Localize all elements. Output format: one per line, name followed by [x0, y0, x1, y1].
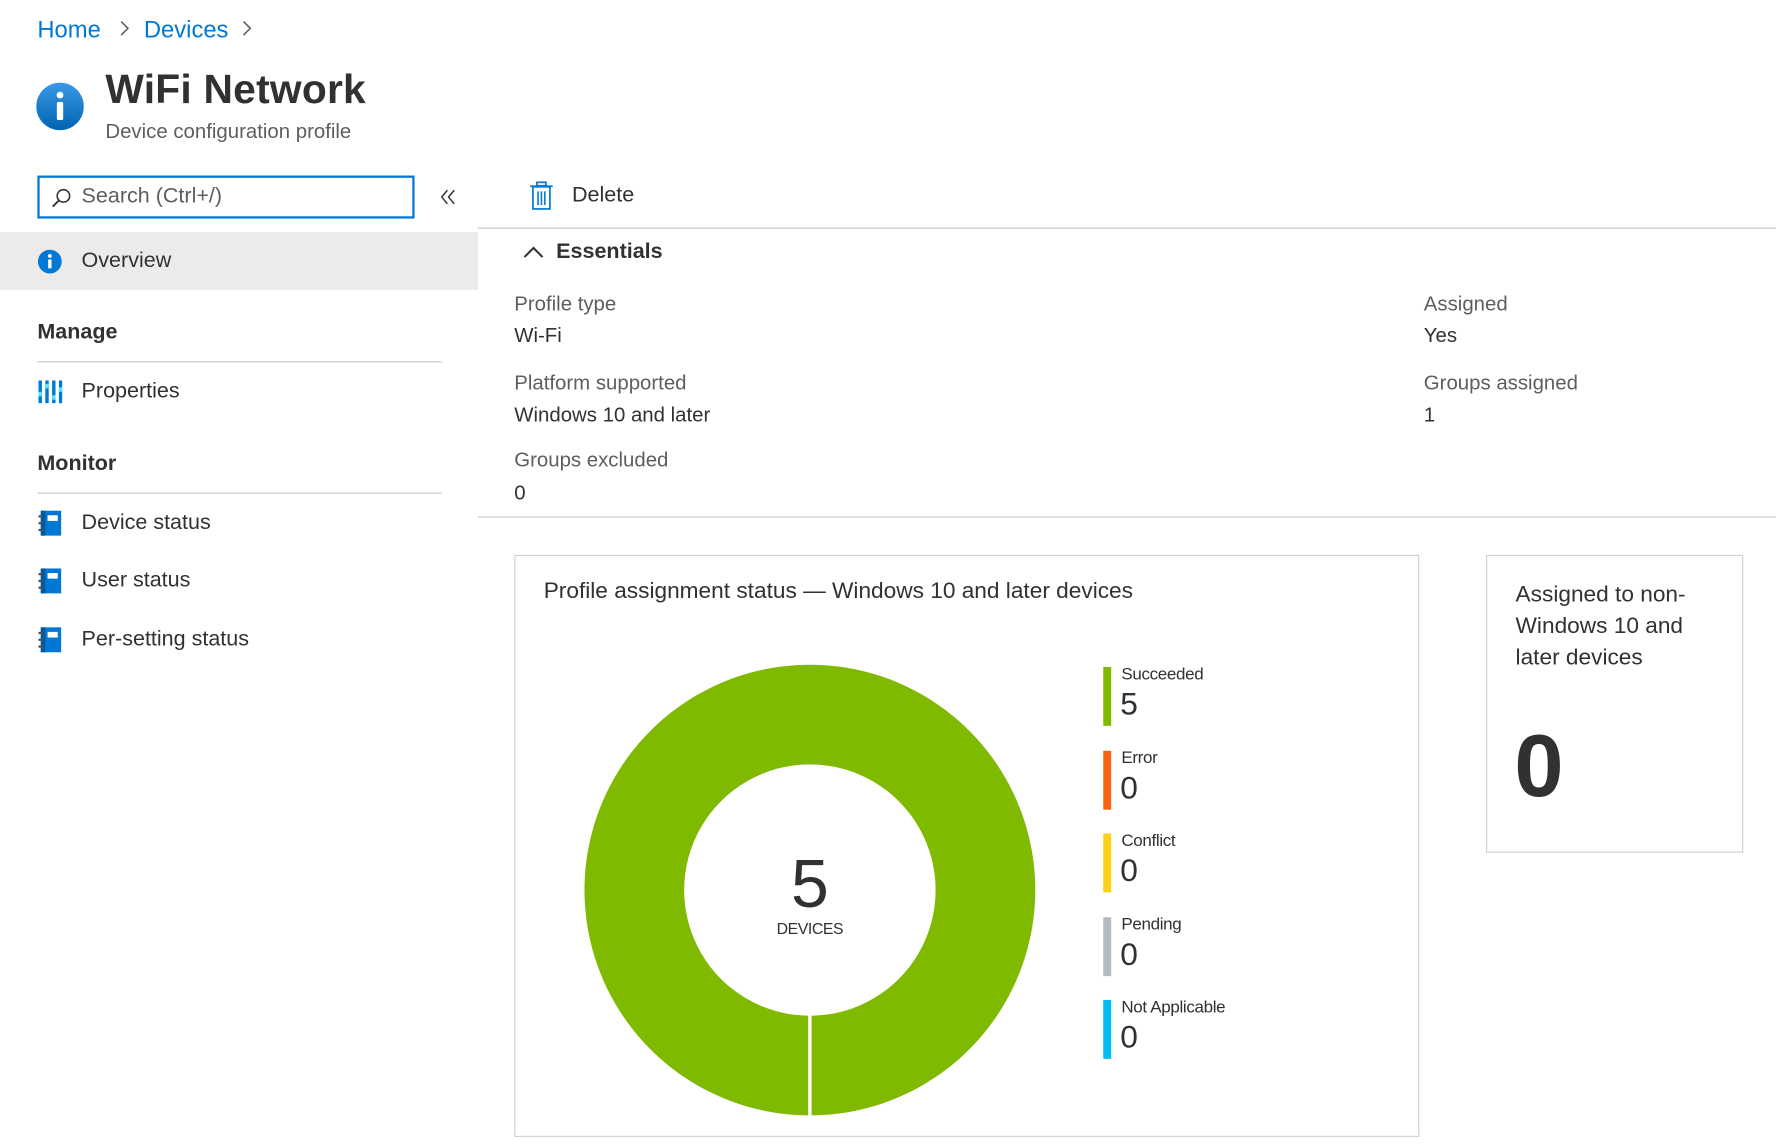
delete-label: Delete: [572, 183, 635, 208]
legend-label: Succeeded: [1121, 664, 1204, 684]
sidebar-item-label: User status: [81, 568, 191, 593]
legend-value: 0: [1120, 935, 1138, 972]
essentials-value: Yes: [1423, 323, 1458, 347]
essentials-label: Assigned: [1423, 292, 1508, 315]
sidebar-item-label: Properties: [81, 379, 180, 404]
breadcrumb-home[interactable]: Home: [37, 17, 100, 44]
breadcrumb-devices[interactable]: Devices: [144, 17, 229, 44]
non-windows-card[interactable]: Assigned to non- Windows 10 and later de…: [1486, 554, 1744, 853]
search-placeholder: Search (Ctrl+/): [81, 184, 223, 209]
divider: [477, 227, 1776, 229]
essentials-heading: Essentials: [556, 240, 663, 264]
properties-icon: [38, 380, 63, 404]
donut-center-value: 5: [790, 845, 829, 922]
page-subtitle: Device configuration profile: [105, 120, 352, 143]
legend-label: Pending: [1121, 914, 1182, 934]
report-icon: [38, 510, 62, 536]
essentials-label: Groups excluded: [514, 448, 669, 472]
page-title: WiFi Network: [105, 65, 366, 113]
legend-color-bar: [1103, 999, 1112, 1059]
delete-button[interactable]: Delete: [528, 179, 653, 215]
legend-value: 0: [1120, 769, 1138, 805]
essentials-label: Profile type: [514, 292, 617, 315]
sidebar-item-per-setting-status[interactable]: Per-setting status: [37, 625, 445, 659]
essentials-value: 0: [514, 481, 526, 504]
essentials-label: Groups assigned: [1423, 371, 1578, 395]
info-icon: [36, 82, 84, 131]
sidebar-item-label: Device status: [81, 510, 211, 535]
legend-label: Conflict: [1121, 831, 1176, 851]
section-heading-monitor: Monitor: [37, 451, 117, 476]
legend-item-succeeded[interactable]: Succeeded 5: [1103, 665, 1375, 728]
sidebar-item-device-status[interactable]: Device status: [37, 508, 445, 542]
chart-legend: Succeeded 5 Error 0 Conflict 0 Pending 0 Not App…: [1103, 665, 1398, 1073]
essentials-label: Platform supported: [514, 371, 687, 395]
card-title-line: later devices: [1515, 645, 1643, 671]
collapse-sidebar-button[interactable]: [437, 186, 460, 209]
section-heading-manage: Manage: [37, 320, 118, 345]
legend-item-error[interactable]: Error 0: [1103, 748, 1375, 811]
legend-color-bar: [1103, 833, 1112, 893]
legend-value: 0: [1120, 1019, 1138, 1055]
legend-value: 5: [1120, 686, 1138, 722]
info-icon: [37, 249, 62, 274]
report-icon: [38, 627, 62, 653]
sidebar-item-label: Per-setting status: [81, 627, 250, 652]
legend-value: 0: [1120, 852, 1138, 888]
sidebar-item-properties[interactable]: Properties: [37, 377, 445, 411]
legend-color-bar: [1103, 916, 1112, 976]
legend-color-bar: [1103, 666, 1112, 726]
breadcrumb-separator: [118, 18, 132, 44]
card-title-line: Windows 10 and: [1515, 613, 1684, 639]
card-title-line: Assigned to non-: [1515, 582, 1686, 607]
essentials-value: Wi-Fi: [514, 323, 562, 347]
report-icon: [38, 568, 62, 594]
divider: [37, 492, 442, 494]
breadcrumb-separator: [240, 18, 254, 44]
essentials-value: 1: [1423, 403, 1436, 426]
legend-label: Not Applicable: [1121, 997, 1226, 1017]
search-input[interactable]: Search (Ctrl+/): [37, 175, 415, 219]
legend-color-bar: [1103, 750, 1112, 810]
non-windows-count: 0: [1514, 715, 1564, 816]
chevron-up-icon: [523, 246, 544, 258]
donut-center-label: DEVICES: [776, 919, 844, 938]
sidebar-item-label: Overview: [81, 249, 172, 273]
divider: [477, 516, 1776, 518]
legend-item-conflict[interactable]: Conflict 0: [1103, 831, 1375, 894]
legend-item-pending[interactable]: Pending 0: [1103, 914, 1375, 977]
search-icon: [52, 188, 71, 208]
essentials-value: Windows 10 and later: [514, 403, 711, 426]
trash-icon: [530, 181, 553, 210]
double-chevron-left-icon: [440, 189, 455, 205]
legend-label: Error: [1121, 747, 1158, 768]
essentials-toggle[interactable]: Essentials: [519, 238, 678, 270]
divider: [37, 361, 442, 363]
legend-item-not-applicable[interactable]: Not Applicable 0: [1103, 998, 1375, 1061]
sidebar-item-user-status[interactable]: User status: [37, 566, 445, 600]
sidebar-item-overview[interactable]: Overview: [0, 232, 478, 290]
card-title: Profile assignment status — Windows 10 a…: [543, 578, 1133, 604]
card-title: Assigned to non- Windows 10 and later de…: [1516, 579, 1686, 674]
profile-assignment-status-card[interactable]: Profile assignment status — Windows 10 a…: [514, 554, 1420, 1137]
